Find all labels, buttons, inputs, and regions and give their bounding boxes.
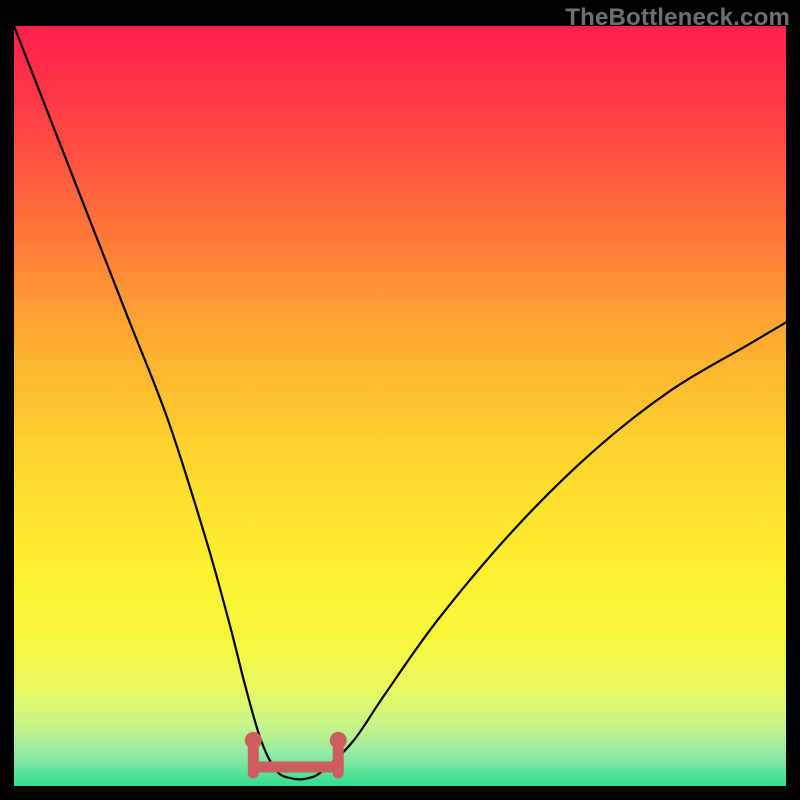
chart-frame: TheBottleneck.com: [0, 0, 800, 800]
chart-svg: [14, 26, 786, 786]
plot-area: [14, 26, 786, 786]
watermark-text: TheBottleneck.com: [565, 4, 790, 32]
